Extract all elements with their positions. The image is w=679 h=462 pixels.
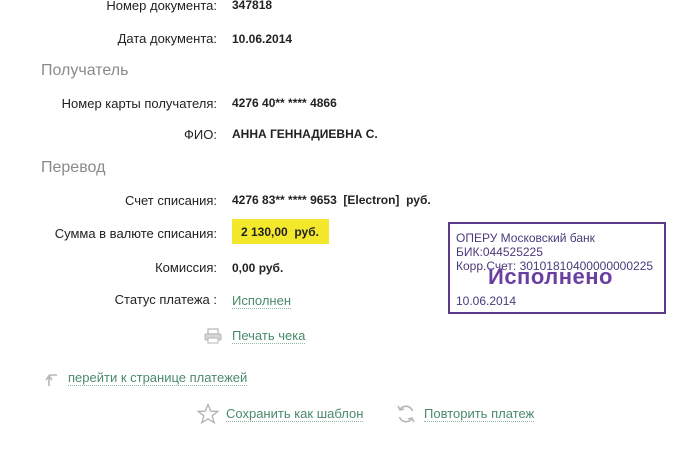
back-to-payments-label[interactable]: перейти к странице платежей [68,370,248,386]
star-icon [197,403,219,425]
transfer-section-title: Перевод [41,159,106,176]
print-receipt-label[interactable]: Печать чека [232,328,306,344]
document-number-label: Номер документа: [106,0,217,13]
document-date-label: Дата документа: [117,31,217,46]
repeat-payment-label[interactable]: Повторить платеж [424,406,535,422]
account-label: Счет списания: [124,193,217,208]
recipient-section-title: Получатель [41,62,129,79]
printer-icon [204,328,222,344]
status-value-wrap[interactable]: Исполнен [232,292,292,310]
recipient-card-value: 4276 40** **** 4866 [232,96,337,110]
recipient-card-label: Номер карты получателя: [61,96,217,111]
account-value: 4276 83** **** 9653 [Electron] руб. [232,193,431,207]
amount-value: 2 130,00 руб. [232,219,329,244]
recipient-name-value: АННА ГЕННАДИЕВНА С. [232,127,378,141]
stamp-status: Исполнено [488,264,613,289]
stamp-date: 10.06.2014 [456,294,517,308]
status-value-link[interactable]: Исполнен [232,293,292,309]
repeat-icon [397,405,415,423]
status-label: Статус платежа : [114,292,217,307]
save-template-label[interactable]: Сохранить как шаблон [226,406,364,422]
bank-stamp: ОПЕРУ Московский банк БИК:044525225 Корр… [448,222,666,314]
fee-value: 0,00 руб. [232,261,284,275]
document-number-value: 347818 [232,0,273,12]
document-date-value: 10.06.2014 [232,32,293,46]
stamp-bank-name: ОПЕРУ Московский банк [456,231,595,245]
recipient-name-label: ФИО: [184,127,217,142]
return-arrow-icon [45,374,57,386]
fee-label: Комиссия: [155,260,217,275]
stamp-bik: БИК:044525225 [456,245,543,259]
amount-label: Сумма в валюте списания: [54,226,217,241]
